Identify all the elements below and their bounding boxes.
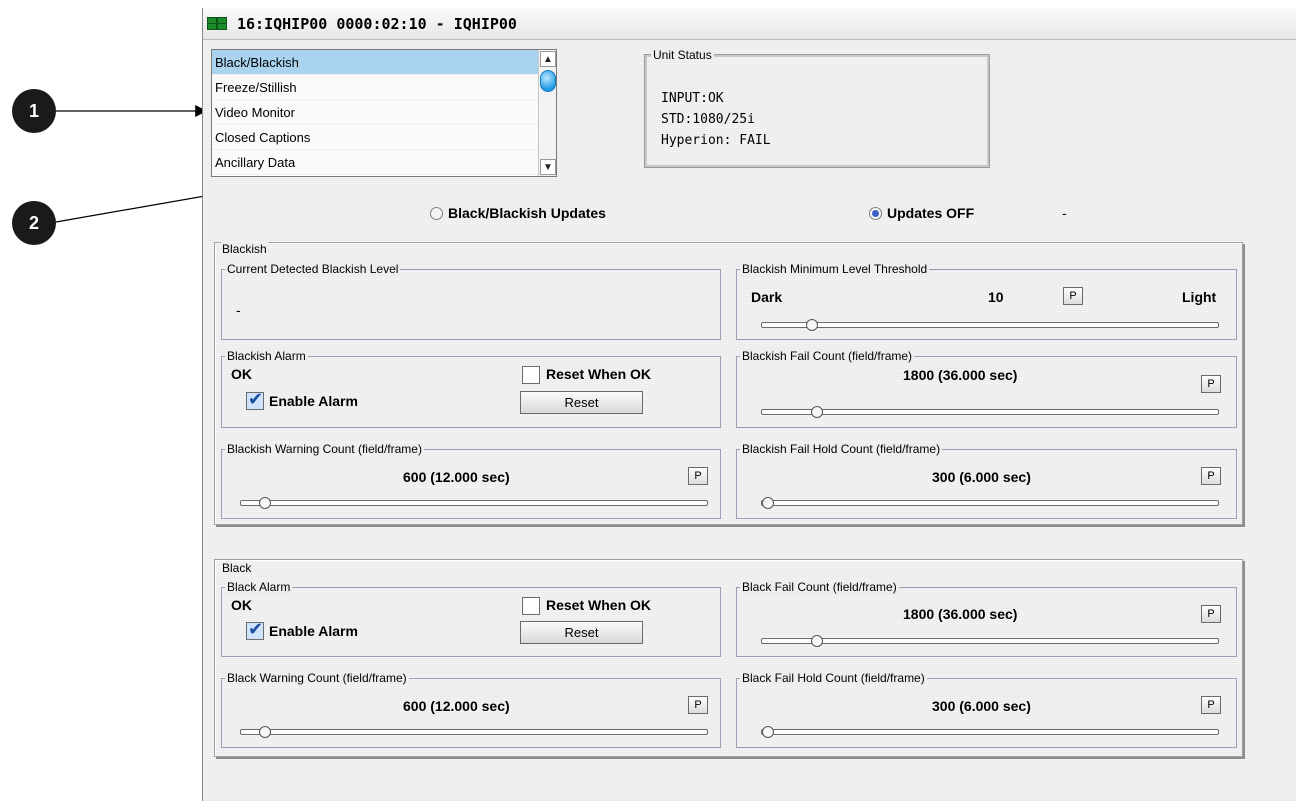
- blackish-fail-hold-count-slider[interactable]: [761, 497, 1219, 509]
- list-item-ancillary-data[interactable]: Ancillary Data: [212, 150, 539, 175]
- scroll-up-icon[interactable]: ▲: [540, 51, 556, 67]
- black-group: Black Black Alarm OK Reset When OK Enabl…: [214, 559, 1243, 757]
- blackish-warning-count-value: 600 (12.000 sec): [403, 469, 510, 485]
- black-reset-when-ok-label: Reset When OK: [546, 597, 652, 613]
- current-blackish-level-panel: Current Detected Blackish Level -: [221, 262, 721, 340]
- radio-black-blackish-updates-label: Black/Blackish Updates: [448, 205, 606, 221]
- black-alarm-label: Black Alarm: [225, 580, 293, 594]
- window-title: 16:IQHIP00 0000:02:10 - IQHIP00: [237, 14, 517, 33]
- reset-button[interactable]: Reset: [520, 391, 643, 414]
- min-threshold-label: Blackish Minimum Level Threshold: [740, 262, 930, 276]
- black-alarm-panel: Black Alarm OK Reset When OK Enable Alar…: [221, 580, 721, 657]
- category-list[interactable]: Black/Blackish Freeze/Stillish Video Mon…: [211, 49, 557, 177]
- blackish-warning-count-slider[interactable]: [240, 497, 708, 509]
- black-warning-count-panel: Black Warning Count (field/frame) 600 (1…: [221, 671, 721, 748]
- blackish-fail-hold-count-preset-button[interactable]: P: [1201, 467, 1221, 485]
- black-fail-hold-count-value: 300 (6.000 sec): [932, 698, 1031, 714]
- status-std: STD:1080/25i: [661, 112, 755, 127]
- black-fail-count-panel: Black Fail Count (field/frame) 1800 (36.…: [736, 580, 1237, 657]
- black-fail-hold-count-preset-button[interactable]: P: [1201, 696, 1221, 714]
- slider-thumb[interactable]: [811, 635, 823, 647]
- radio-updates-off[interactable]: Updates OFF: [869, 205, 974, 221]
- list-scrollbar[interactable]: ▲ ▼: [538, 50, 556, 176]
- updates-trailing-dash: -: [1062, 205, 1067, 221]
- slider-thumb[interactable]: [811, 406, 823, 418]
- scroll-thumb[interactable]: [540, 70, 556, 92]
- threshold-light-label: Light: [1182, 289, 1217, 305]
- blackish-warning-count-label: Blackish Warning Count (field/frame): [225, 442, 424, 456]
- scroll-down-icon[interactable]: ▼: [540, 159, 556, 175]
- card-icon: [207, 17, 227, 30]
- title-bar: 16:IQHIP00 0000:02:10 - IQHIP00: [203, 8, 1296, 40]
- current-blackish-level-label: Current Detected Blackish Level: [225, 262, 401, 276]
- threshold-value: 10: [988, 289, 1004, 305]
- blackish-fail-count-panel: Blackish Fail Count (field/frame) 1800 (…: [736, 349, 1237, 428]
- radio-black-blackish-updates[interactable]: Black/Blackish Updates: [430, 205, 606, 221]
- blackish-warning-count-preset-button[interactable]: P: [688, 467, 708, 485]
- list-item-closed-captions[interactable]: Closed Captions: [212, 125, 539, 150]
- slider-thumb[interactable]: [259, 726, 271, 738]
- current-blackish-level-value: -: [236, 302, 241, 318]
- list-item-black-blackish[interactable]: Black/Blackish: [212, 50, 539, 75]
- radio-icon[interactable]: [430, 206, 443, 220]
- threshold-dark-label: Dark: [751, 289, 783, 305]
- reset-when-ok-checkbox[interactable]: [522, 366, 540, 384]
- blackish-alarm-label: Blackish Alarm: [225, 349, 308, 363]
- black-enable-alarm-label: Enable Alarm: [269, 623, 358, 639]
- black-warning-count-value: 600 (12.000 sec): [403, 698, 510, 714]
- slider-thumb[interactable]: [806, 319, 818, 331]
- black-fail-hold-count-slider[interactable]: [761, 726, 1219, 738]
- device-window: 16:IQHIP00 0000:02:10 - IQHIP00 Black/Bl…: [202, 8, 1296, 801]
- unit-status-label: Unit Status: [651, 48, 714, 62]
- reset-when-ok-label: Reset When OK: [546, 366, 652, 382]
- slider-thumb[interactable]: [762, 497, 774, 509]
- threshold-preset-button[interactable]: P: [1063, 287, 1083, 305]
- radio-updates-off-label: Updates OFF: [887, 205, 975, 221]
- blackish-fail-hold-count-label: Blackish Fail Hold Count (field/frame): [740, 442, 943, 456]
- blackish-fail-count-label: Blackish Fail Count (field/frame): [740, 349, 915, 363]
- status-input: INPUT:OK: [661, 91, 724, 106]
- min-threshold-panel: Blackish Minimum Level Threshold Dark 10…: [736, 262, 1237, 340]
- blackish-fail-count-preset-button[interactable]: P: [1201, 375, 1221, 393]
- blackish-group: Blackish Current Detected Blackish Level…: [214, 242, 1243, 525]
- blackish-fail-hold-count-panel: Blackish Fail Hold Count (field/frame) 3…: [736, 442, 1237, 519]
- blackish-alarm-panel: Blackish Alarm OK Reset When OK Enable A…: [221, 349, 721, 428]
- unit-status-panel: Unit Status INPUT:OK STD:1080/25i Hyperi…: [644, 48, 990, 168]
- black-reset-button[interactable]: Reset: [520, 621, 643, 644]
- black-group-label: Black: [221, 561, 253, 575]
- enable-alarm-checkbox[interactable]: [246, 389, 264, 410]
- black-fail-hold-count-panel: Black Fail Hold Count (field/frame) 300 …: [736, 671, 1237, 748]
- blackish-fail-count-value: 1800 (36.000 sec): [903, 367, 1018, 383]
- list-item-freeze-stillish[interactable]: Freeze/Stillish: [212, 75, 539, 100]
- black-fail-count-value: 1800 (36.000 sec): [903, 606, 1018, 622]
- black-fail-count-slider[interactable]: [761, 635, 1219, 647]
- black-enable-alarm-checkbox[interactable]: [246, 619, 264, 640]
- black-alarm-status: OK: [231, 597, 252, 613]
- black-fail-count-label: Black Fail Count (field/frame): [740, 580, 899, 594]
- threshold-slider[interactable]: [761, 319, 1219, 331]
- blackish-group-label: Blackish: [221, 242, 268, 256]
- blackish-fail-count-slider[interactable]: [761, 406, 1219, 418]
- blackish-alarm-status: OK: [231, 366, 252, 382]
- black-warning-count-label: Black Warning Count (field/frame): [225, 671, 409, 685]
- blackish-fail-hold-count-value: 300 (6.000 sec): [932, 469, 1031, 485]
- black-fail-count-preset-button[interactable]: P: [1201, 605, 1221, 623]
- status-hyperion: Hyperion: FAIL: [661, 133, 771, 148]
- black-fail-hold-count-label: Black Fail Hold Count (field/frame): [740, 671, 927, 685]
- radio-selected-icon[interactable]: [869, 206, 882, 220]
- black-warning-count-preset-button[interactable]: P: [688, 696, 708, 714]
- blackish-warning-count-panel: Blackish Warning Count (field/frame) 600…: [221, 442, 721, 519]
- black-reset-when-ok-checkbox[interactable]: [522, 597, 540, 615]
- slider-thumb[interactable]: [259, 497, 271, 509]
- list-item-video-monitor[interactable]: Video Monitor: [212, 100, 539, 125]
- slider-thumb[interactable]: [762, 726, 774, 738]
- enable-alarm-label: Enable Alarm: [269, 393, 358, 409]
- black-warning-count-slider[interactable]: [240, 726, 708, 738]
